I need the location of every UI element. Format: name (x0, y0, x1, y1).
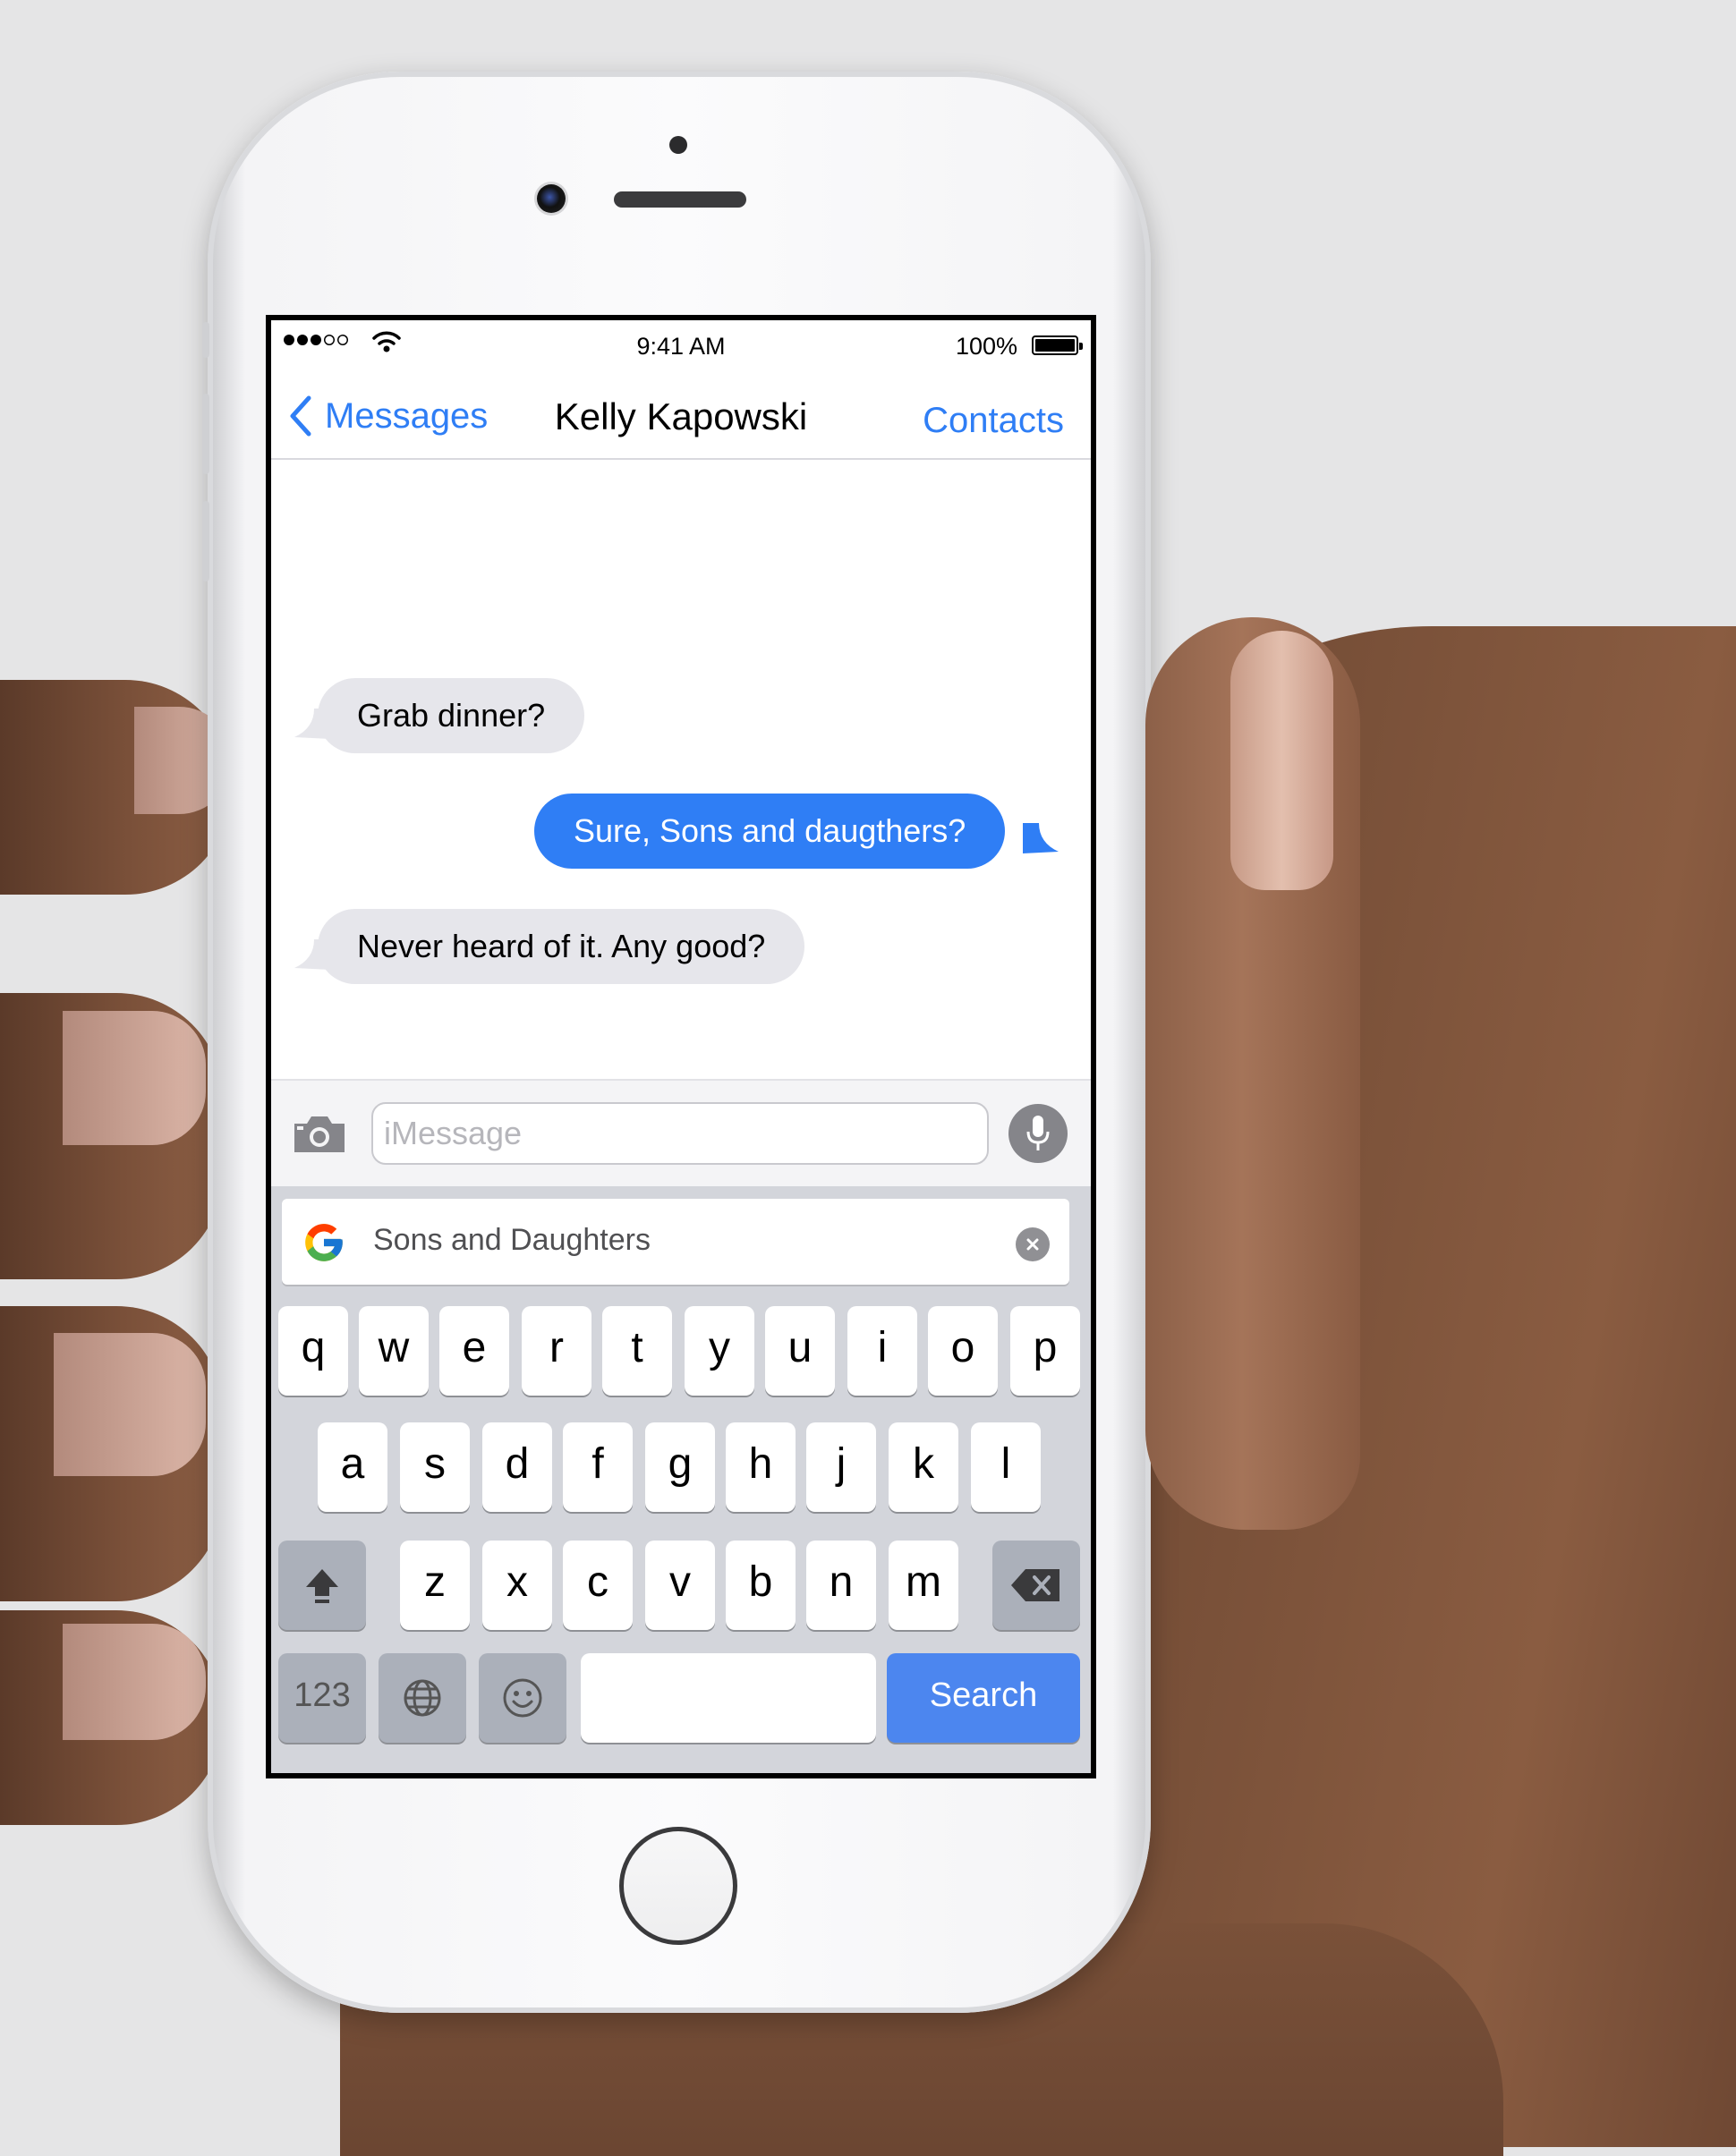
home-button[interactable] (619, 1827, 737, 1945)
finger-nail (63, 1624, 206, 1740)
key-w[interactable]: w (359, 1306, 429, 1396)
key-u[interactable]: u (765, 1306, 835, 1396)
key-x[interactable]: x (482, 1541, 552, 1630)
key-n[interactable]: n (806, 1541, 876, 1630)
key-i[interactable]: i (847, 1306, 917, 1396)
imessage-input[interactable]: iMessage (371, 1102, 989, 1165)
front-camera (537, 184, 566, 213)
backspace-icon (992, 1541, 1080, 1630)
key-m[interactable]: m (889, 1541, 958, 1630)
status-bar: 9:41 AM 100% (271, 320, 1091, 370)
thumbnail (1230, 631, 1333, 890)
volume-button (202, 501, 209, 581)
keyboard-search-bar[interactable]: Sons and Daughters (282, 1199, 1069, 1285)
finger-nail (54, 1333, 206, 1476)
emoji-key[interactable] (479, 1653, 566, 1743)
messages-app: 9:41 AM 100% Messages Kelly Kapowski Con… (271, 320, 1091, 1773)
google-logo-icon (305, 1224, 343, 1261)
proximity-sensor (669, 136, 687, 154)
key-e[interactable]: e (439, 1306, 509, 1396)
numbers-key[interactable]: 123 (278, 1653, 366, 1743)
key-o[interactable]: o (928, 1306, 998, 1396)
key-f[interactable]: f (563, 1422, 633, 1512)
message-bubble-incoming[interactable]: Never heard of it. Any good? (318, 909, 805, 984)
key-r[interactable]: r (522, 1306, 591, 1396)
navigation-bar: Messages Kelly Kapowski Contacts (271, 370, 1091, 460)
emoji-smiley-icon (479, 1653, 566, 1743)
clear-search-icon[interactable] (1016, 1227, 1050, 1261)
key-h[interactable]: h (726, 1422, 796, 1512)
camera-icon[interactable] (291, 1113, 348, 1160)
finger-nail (63, 1011, 206, 1145)
key-b[interactable]: b (726, 1541, 796, 1630)
screen: 9:41 AM 100% Messages Kelly Kapowski Con… (266, 315, 1096, 1778)
keyboard: Sons and Daughters q w e r t y u i o p a… (271, 1186, 1091, 1773)
contacts-button[interactable]: Contacts (923, 401, 1064, 441)
key-q[interactable]: q (278, 1306, 348, 1396)
volume-button (202, 322, 209, 358)
bubble-tail (1023, 823, 1059, 853)
key-g[interactable]: g (645, 1422, 715, 1512)
key-v[interactable]: v (645, 1541, 715, 1630)
globe-key[interactable] (379, 1653, 466, 1743)
battery-percent: 100% (955, 333, 1017, 360)
key-p[interactable]: p (1010, 1306, 1080, 1396)
key-a[interactable]: a (318, 1422, 387, 1512)
earpiece-speaker (614, 191, 746, 208)
globe-icon (379, 1653, 466, 1743)
shift-key[interactable] (278, 1541, 366, 1630)
message-input-bar: iMessage (271, 1079, 1091, 1186)
space-key[interactable] (581, 1653, 876, 1743)
shift-arrow-icon (278, 1541, 366, 1630)
microphone-icon[interactable] (1008, 1104, 1068, 1163)
volume-button (202, 394, 209, 474)
message-bubble-outgoing[interactable]: Sure, Sons and daugthers? (534, 794, 1006, 869)
message-bubble-incoming[interactable]: Grab dinner? (318, 678, 585, 753)
key-k[interactable]: k (889, 1422, 958, 1512)
key-l[interactable]: l (971, 1422, 1041, 1512)
key-d[interactable]: d (482, 1422, 552, 1512)
search-key[interactable]: Search (887, 1653, 1080, 1743)
search-query: Sons and Daughters (373, 1223, 651, 1257)
key-y[interactable]: y (685, 1306, 754, 1396)
key-s[interactable]: s (400, 1422, 470, 1512)
delete-key[interactable] (992, 1541, 1080, 1630)
battery-icon (1032, 335, 1083, 355)
key-t[interactable]: t (602, 1306, 672, 1396)
key-z[interactable]: z (400, 1541, 470, 1630)
key-j[interactable]: j (806, 1422, 876, 1512)
key-c[interactable]: c (563, 1541, 633, 1630)
